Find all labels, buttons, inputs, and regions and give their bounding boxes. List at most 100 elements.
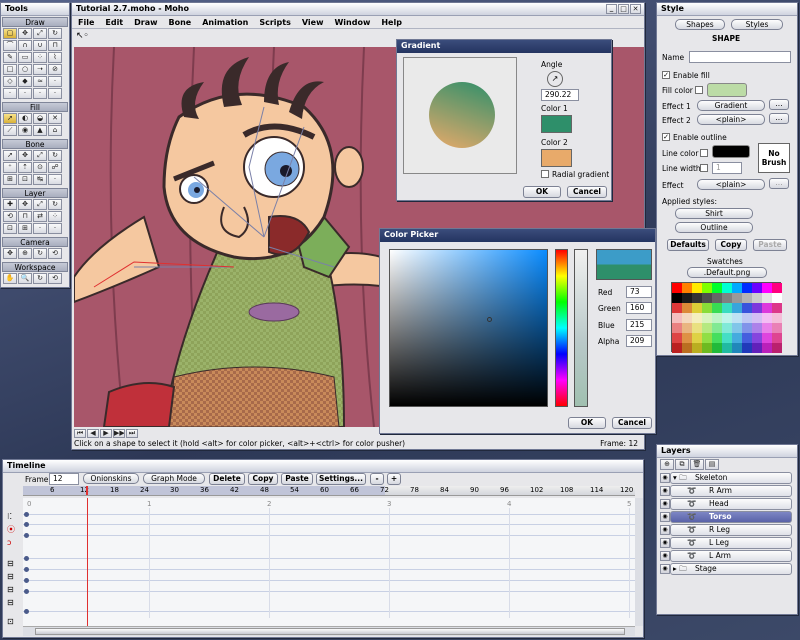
- swatch-cell[interactable]: [682, 333, 692, 343]
- freehand-tool[interactable]: ✎: [3, 52, 17, 63]
- swatches-dropdown[interactable]: .Default.png: [687, 267, 767, 278]
- add-bone-tool[interactable]: ⁺: [3, 162, 17, 173]
- swatch-cell[interactable]: [772, 333, 782, 343]
- swatch-cell[interactable]: [752, 293, 762, 303]
- swatch-cell[interactable]: [762, 333, 772, 343]
- angle-dial-icon[interactable]: ↗: [547, 71, 563, 87]
- swatch-cell[interactable]: [692, 333, 702, 343]
- red-input[interactable]: 73: [626, 286, 652, 298]
- keyframe-dot[interactable]: [24, 589, 29, 594]
- swatch-cell[interactable]: [722, 323, 732, 333]
- magnet-tool[interactable]: ∪: [33, 40, 47, 51]
- shear-tool[interactable]: ⊓: [48, 40, 62, 51]
- keyframe-dot[interactable]: [24, 567, 29, 572]
- gradient-ok-button[interactable]: OK: [523, 186, 561, 198]
- swatch-cell[interactable]: [772, 343, 782, 353]
- layer-row-torso[interactable]: ➰ Torso: [670, 511, 792, 523]
- swatch-cell[interactable]: [702, 303, 712, 313]
- play-button[interactable]: ▶: [100, 428, 112, 438]
- paint-bucket-tool[interactable]: ◒: [33, 113, 47, 124]
- swatch-cell[interactable]: [742, 293, 752, 303]
- swatch-cell[interactable]: [702, 343, 712, 353]
- swatch-cell[interactable]: [772, 313, 782, 323]
- maximize-button[interactable]: □: [618, 4, 629, 14]
- onionskins-dropdown[interactable]: Onionskins: [83, 473, 139, 484]
- translate-layer-tool[interactable]: ✥: [18, 199, 32, 210]
- stroke-tool[interactable]: ▲: [33, 125, 47, 136]
- zoom-camera-tool[interactable]: ⊕: [18, 248, 32, 259]
- swatch-cell[interactable]: [752, 283, 762, 293]
- swatch-cell[interactable]: [752, 303, 762, 313]
- swatch-cell[interactable]: [692, 293, 702, 303]
- settings-button[interactable]: Settings...: [316, 473, 366, 485]
- layer-visibility-eye-icon[interactable]: ◉: [660, 512, 670, 522]
- reparent-bone-tool[interactable]: ⇡: [18, 162, 32, 173]
- perspective-v-tool[interactable]: ◆: [18, 76, 32, 87]
- fill-color-swatch[interactable]: [707, 83, 747, 97]
- rotate-workspace-tool[interactable]: ↻: [33, 273, 47, 284]
- layer-visibility-eye-icon[interactable]: ◉: [660, 564, 670, 574]
- create-shape-tool[interactable]: ◐: [18, 113, 32, 124]
- swatch-cell[interactable]: [712, 293, 722, 303]
- line-color-checkbox[interactable]: [700, 149, 708, 157]
- zoom-in-button[interactable]: +: [387, 473, 401, 485]
- delete-shape-tool[interactable]: ✕: [48, 113, 62, 124]
- blank-tool[interactable]: ·: [48, 76, 62, 87]
- swatch-cell[interactable]: [732, 283, 742, 293]
- end-button[interactable]: ⏭: [126, 428, 138, 438]
- layer-row-head[interactable]: ➰ Head: [670, 498, 792, 510]
- swatch-cell[interactable]: [702, 323, 712, 333]
- swatch-cell[interactable]: [742, 343, 752, 353]
- swatch-cell[interactable]: [692, 303, 702, 313]
- applied-style-1-dropdown[interactable]: Shirt: [675, 208, 753, 219]
- swatch-cell[interactable]: [722, 313, 732, 323]
- swatch-cell[interactable]: [732, 343, 742, 353]
- swatch-cell[interactable]: [712, 313, 722, 323]
- swatch-cell[interactable]: [682, 293, 692, 303]
- layer-tool-12[interactable]: ·: [48, 223, 62, 234]
- keyframe-dot[interactable]: [24, 512, 29, 517]
- timeline-scrollbar[interactable]: [23, 626, 635, 636]
- draw-shape-tool[interactable]: ▭: [18, 52, 32, 63]
- extra-tool-3[interactable]: ·: [33, 88, 47, 99]
- arrow-tool[interactable]: ➝: [33, 64, 47, 75]
- swatch-cell[interactable]: [712, 343, 722, 353]
- swatch-cell[interactable]: [722, 303, 732, 313]
- curvature-tool[interactable]: ∩: [18, 40, 32, 51]
- swatch-cell[interactable]: [762, 283, 772, 293]
- step-back-button[interactable]: ◀: [87, 428, 99, 438]
- layer-row-l-leg[interactable]: ➰ L Leg: [670, 537, 792, 549]
- swatch-cell[interactable]: [762, 323, 772, 333]
- line-width-tool[interactable]: ⟋: [3, 125, 17, 136]
- manipulate-bones-tool[interactable]: ☍: [48, 162, 62, 173]
- menu-scripts[interactable]: Scripts: [259, 18, 291, 27]
- extra-tool-2[interactable]: ·: [18, 88, 32, 99]
- line-width-input[interactable]: 1: [712, 162, 742, 174]
- menu-help[interactable]: Help: [381, 18, 402, 27]
- rectangle-tool[interactable]: □: [3, 64, 17, 75]
- menu-draw[interactable]: Draw: [134, 18, 157, 27]
- swatch-cell[interactable]: [742, 303, 752, 313]
- swatch-cell[interactable]: [672, 323, 682, 333]
- radial-gradient-checkbox[interactable]: [541, 170, 549, 178]
- name-input[interactable]: [689, 51, 791, 63]
- perspective-tool[interactable]: ◇: [3, 76, 17, 87]
- bind-points-tool[interactable]: ⊡: [18, 174, 32, 185]
- zoom-out-button[interactable]: -: [370, 473, 384, 485]
- menu-bone[interactable]: Bone: [169, 18, 192, 27]
- layer-visibility-eye-icon[interactable]: ◉: [660, 525, 670, 535]
- keyframe-dot[interactable]: [24, 578, 29, 583]
- swatch-cell[interactable]: [762, 313, 772, 323]
- add-point-tool[interactable]: ⌒: [3, 40, 17, 51]
- color1-swatch[interactable]: [541, 115, 572, 133]
- swatch-cell[interactable]: [712, 283, 722, 293]
- swatch-cell[interactable]: [672, 283, 682, 293]
- swatches-palette[interactable]: [671, 282, 782, 353]
- eyedropper-tool[interactable]: ⌂: [48, 125, 62, 136]
- scale-layer-tool[interactable]: ⤢: [33, 199, 47, 210]
- swatch-cell[interactable]: [732, 293, 742, 303]
- switch-layer-tool[interactable]: ⇄: [33, 211, 47, 222]
- select-bone-tool[interactable]: ➚: [3, 150, 17, 161]
- outline-effect-options-button[interactable]: ...: [769, 178, 789, 189]
- keyframe-dot[interactable]: [24, 556, 29, 561]
